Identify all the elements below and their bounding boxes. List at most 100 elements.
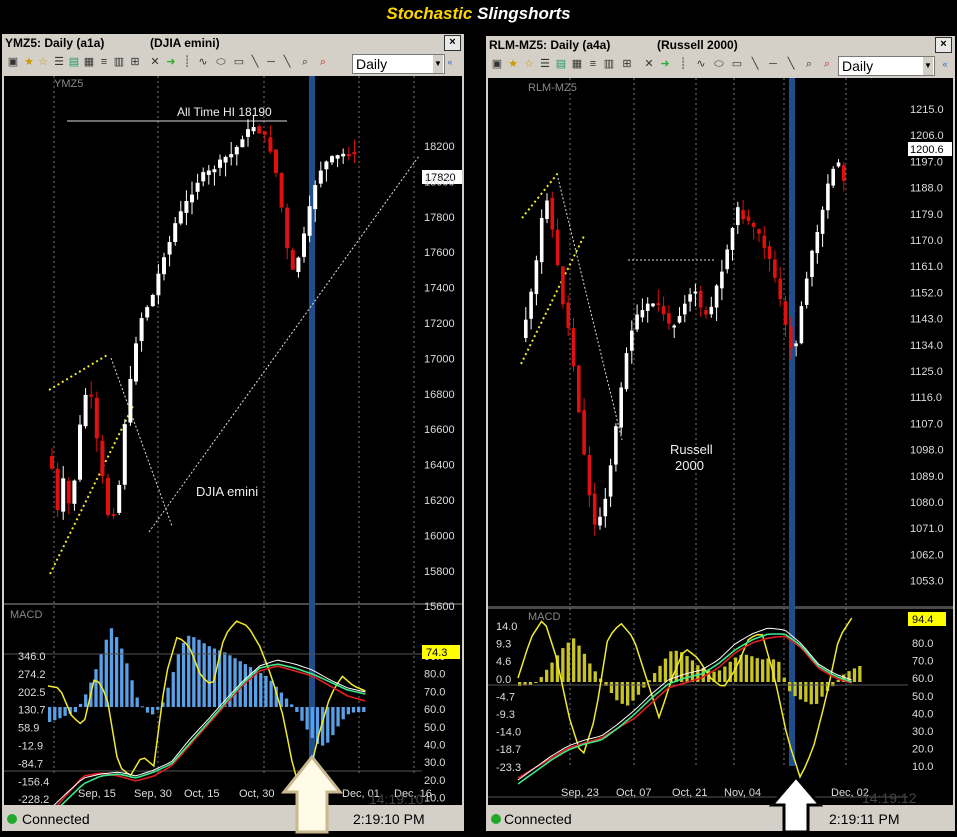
macd-bar [566,642,570,682]
diagonal-line-icon[interactable]: ╲ [784,57,798,71]
candle-body [139,318,144,342]
candle-body [587,455,592,496]
favorites-icon[interactable]: ★ [22,55,36,69]
zoom-out-icon[interactable]: ⌕ [820,57,834,71]
pan-icon[interactable]: ⊞ [620,57,634,71]
date-tick-label: Sep, 23 [561,787,599,799]
candle-body [688,294,692,302]
macd-bar [626,682,630,706]
macd-bar [130,680,134,707]
candle-body [566,302,570,328]
chart-icon[interactable]: ▤ [67,55,81,69]
zoom-icon[interactable]: ⌕ [298,55,312,69]
candle-body [274,149,278,174]
candle-body [111,514,116,516]
list-icon[interactable]: ☰ [538,57,552,71]
macd-bar [233,658,237,707]
chevron-down-icon: ▼ [923,57,933,75]
candle-body [335,155,340,159]
candle-body [640,310,645,318]
macd-bar [181,642,186,707]
macd-bar [362,707,366,712]
clock-ghost: 14:19:10 [369,791,424,805]
left-close-button[interactable]: × [444,35,461,51]
save-icon[interactable]: ▣ [6,55,20,69]
axis-tick-label: 130.7 [18,705,46,717]
candle-body [100,440,105,476]
zoom-icon[interactable]: ⌕ [802,57,816,71]
table-icon[interactable]: ▥ [112,55,126,69]
candle-body [251,127,256,132]
wave-icon[interactable]: ∿ [694,57,708,71]
macd-bar [243,664,247,707]
candle-body [656,303,661,306]
zoom-out-icon[interactable]: ⌕ [316,55,330,69]
annotation-djia: DJIA emini [196,484,258,499]
ellipse-icon[interactable]: ⬭ [214,55,228,69]
wave-icon[interactable]: ∿ [196,55,210,69]
horizontal-line-icon[interactable]: ─ [264,55,278,69]
candle-body [122,424,127,485]
diagonal-line-icon[interactable]: ╲ [280,55,294,69]
delete-icon[interactable]: ✕ [148,55,162,69]
right-interval-select[interactable]: Daily ▼ [838,56,935,76]
left-name-label: (DJIA emini) [150,36,220,50]
star-icon[interactable]: ☆ [522,57,536,71]
candle-body [709,306,714,315]
axis-tick-label: 16200 [424,495,455,507]
macd-bar [572,638,576,682]
macd-bar [84,694,88,707]
delete-icon[interactable]: ✕ [642,57,656,71]
rectangle-icon[interactable]: ▭ [730,57,744,71]
arrow-right-icon[interactable]: ➜ [658,57,672,71]
left-chart-area[interactable]: YMZ5 All Time HI 18190 DJIA emini 17820 … [4,76,462,819]
right-chart-area[interactable]: RLM-MZ5 Russell 2000 1200.6 1215.0 1206.0… [488,78,953,806]
lines-icon[interactable]: ≡ [586,57,600,71]
save-icon[interactable]: ▣ [490,57,504,71]
list-icon[interactable]: ☰ [52,55,66,69]
left-interval-select[interactable]: Daily ▼ [352,54,445,74]
left-title-bar[interactable]: YMZ5: Daily (a1a) (DJIA emini) × [2,34,464,52]
right-status-bar: Connected 2:19:11 PM [486,808,955,830]
macd-bar [788,682,792,692]
line-tool-icon[interactable]: ╲ [248,55,262,69]
rectangle-icon[interactable]: ▭ [232,55,246,69]
favorites-icon[interactable]: ★ [506,57,520,71]
scroll-icon[interactable]: « [938,57,952,71]
star-icon[interactable]: ☆ [36,55,50,69]
candle-body [842,165,846,181]
candle-body [257,126,262,134]
candle-body [290,249,295,270]
grid-icon[interactable]: ▦ [82,55,96,69]
right-watermark: RLM-MZ5 [528,82,577,94]
candle-body [156,273,161,296]
candle-body [307,206,312,236]
axis-tick-label: 1089.0 [910,471,944,483]
left-price-chart[interactable]: YMZ5 All Time HI 18190 DJIA emini 17820 … [4,76,462,819]
scroll-icon[interactable]: « [443,55,457,69]
arrow-right-icon[interactable]: ➜ [164,55,178,69]
table-icon[interactable]: ▥ [602,57,616,71]
macd-bar [351,707,356,713]
macd-bar [336,707,340,727]
horizontal-line-icon[interactable]: ─ [766,57,780,71]
macd-bar [653,673,657,682]
left-chart-window: YMZ5: Daily (a1a) (DJIA emini) × ▣ ★ ☆ ☰… [2,34,464,831]
axis-tick-label: 1170.0 [910,235,943,247]
pan-icon[interactable]: ⊞ [128,55,142,69]
right-price-chart[interactable]: RLM-MZ5 Russell 2000 1200.6 1215.0 1206.0… [488,78,953,806]
ellipse-icon[interactable]: ⬭ [712,57,726,71]
highlight-column [789,78,795,766]
axis-tick-label: 80.0 [912,638,933,650]
right-close-button[interactable]: × [935,37,952,53]
grid-icon[interactable]: ▦ [570,57,584,71]
line-tool-icon[interactable]: ╲ [748,57,762,71]
candle-body [767,246,772,259]
candle-body [815,232,820,254]
right-title-bar[interactable]: RLM-MZ5: Daily (a4a) (Russell 2000) × [486,36,955,54]
candle-body [212,169,217,173]
lines-icon[interactable]: ≡ [97,55,111,69]
candle-body [635,314,639,330]
chart-icon[interactable]: ▤ [554,57,568,71]
macd-bar [582,653,587,682]
